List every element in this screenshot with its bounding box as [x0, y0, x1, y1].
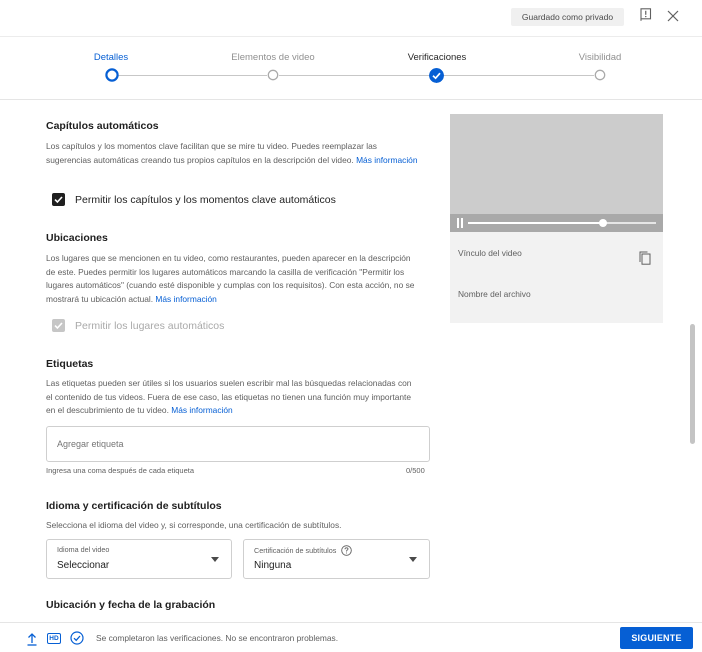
stepper-connector — [279, 75, 431, 76]
tags-input[interactable] — [47, 427, 429, 461]
next-button[interactable]: SIGUIENTE — [620, 627, 693, 649]
caption-certification-value: Ninguna — [254, 560, 292, 571]
video-language-value: Seleccionar — [57, 560, 110, 571]
chapters-checkbox[interactable] — [52, 193, 65, 206]
step-details-label[interactable]: Detalles — [51, 52, 171, 63]
filename-label: Nombre del archivo — [458, 289, 531, 299]
dropdown-arrow-icon — [409, 557, 417, 562]
close-icon[interactable] — [666, 9, 680, 23]
bottom-bar: HD Se completaron las verificaciones. No… — [0, 622, 702, 652]
scrollbar-thumb[interactable] — [690, 324, 695, 444]
locations-title: Ubicaciones — [46, 232, 108, 244]
subtitles-title: Idioma y certificación de subtítulos — [46, 500, 222, 512]
progress-scrubber[interactable] — [599, 219, 608, 227]
caption-certification-label: Certificación de subtítulos — [254, 546, 337, 555]
locations-description: Los lugares que se mencionen en tu video… — [46, 252, 418, 306]
step-checks-label[interactable]: Verificaciones — [377, 52, 497, 63]
locations-desc-text: Los lugares que se mencionen en tu video… — [46, 253, 415, 304]
stepper-connector — [117, 75, 267, 76]
locations-checkbox — [52, 319, 65, 332]
chapters-checkbox-row[interactable]: Permitir los capítulos y los momentos cl… — [52, 193, 336, 206]
subtitles-description: Selecciona el idioma del video y, si cor… — [46, 520, 342, 530]
locations-checkbox-label: Permitir los lugares automáticos — [75, 319, 225, 332]
chapters-checkbox-label: Permitir los capítulos y los momentos cl… — [75, 193, 336, 206]
video-language-label: Idioma del video — [57, 545, 110, 554]
recording-title: Ubicación y fecha de la grabación — [46, 599, 216, 611]
locations-more-info-link[interactable]: Más información — [155, 294, 216, 304]
step-video-elements-label[interactable]: Elementos de video — [213, 52, 333, 63]
tags-more-info-link[interactable]: Más información — [171, 405, 232, 415]
help-icon[interactable] — [341, 545, 353, 556]
tags-hint: Ingresa una coma después de cada etiquet… — [46, 466, 195, 475]
tags-input-box[interactable] — [46, 426, 430, 462]
progress-fill — [468, 222, 604, 224]
locations-checkbox-row: Permitir los lugares automáticos — [52, 319, 224, 332]
chapters-description: Los capítulos y los momentos clave facil… — [46, 140, 418, 167]
top-bar: Guardado como privado — [0, 0, 702, 36]
tags-title: Etiquetas — [46, 358, 94, 370]
caption-certification-label-row: Certificación de subtítulos — [254, 545, 353, 556]
upload-stepper: Detalles Elementos de video Verificacion… — [0, 36, 702, 100]
upload-icon[interactable] — [26, 632, 38, 646]
caption-certification-select[interactable]: Certificación de subtítulos Ninguna — [243, 539, 430, 579]
video-player[interactable] — [450, 114, 663, 232]
chapters-desc-text: Los capítulos y los momentos clave facil… — [46, 141, 377, 165]
step-visibility-label[interactable]: Visibilidad — [540, 52, 660, 63]
step-video-elements-dot-icon[interactable] — [267, 69, 279, 81]
video-controls — [450, 214, 663, 232]
stepper-connector — [443, 75, 594, 76]
video-preview-panel: Vínculo del video Nombre del archivo — [450, 114, 663, 323]
video-language-select[interactable]: Idioma del video Seleccionar — [46, 539, 232, 579]
tags-description: Las etiquetas pueden ser útiles si los u… — [46, 377, 418, 418]
pause-icon[interactable] — [457, 218, 463, 228]
chapters-title: Capítulos automáticos — [46, 120, 159, 132]
feedback-flag-icon[interactable] — [640, 8, 652, 21]
step-visibility-dot-icon[interactable] — [594, 69, 606, 81]
hd-badge-icon[interactable]: HD — [47, 633, 61, 644]
tags-counter: 0/500 — [406, 466, 425, 475]
video-link-label: Vínculo del video — [458, 248, 522, 258]
step-details-current-icon[interactable] — [105, 68, 119, 82]
dropdown-arrow-icon — [211, 557, 219, 562]
step-checks-done-icon[interactable] — [429, 68, 444, 83]
saved-status-chip: Guardado como privado — [511, 8, 624, 26]
checks-complete-icon[interactable] — [70, 631, 84, 645]
checks-status-text: Se completaron las verificaciones. No se… — [96, 633, 339, 643]
copy-icon[interactable] — [639, 251, 651, 265]
chapters-more-info-link[interactable]: Más información — [356, 155, 417, 165]
